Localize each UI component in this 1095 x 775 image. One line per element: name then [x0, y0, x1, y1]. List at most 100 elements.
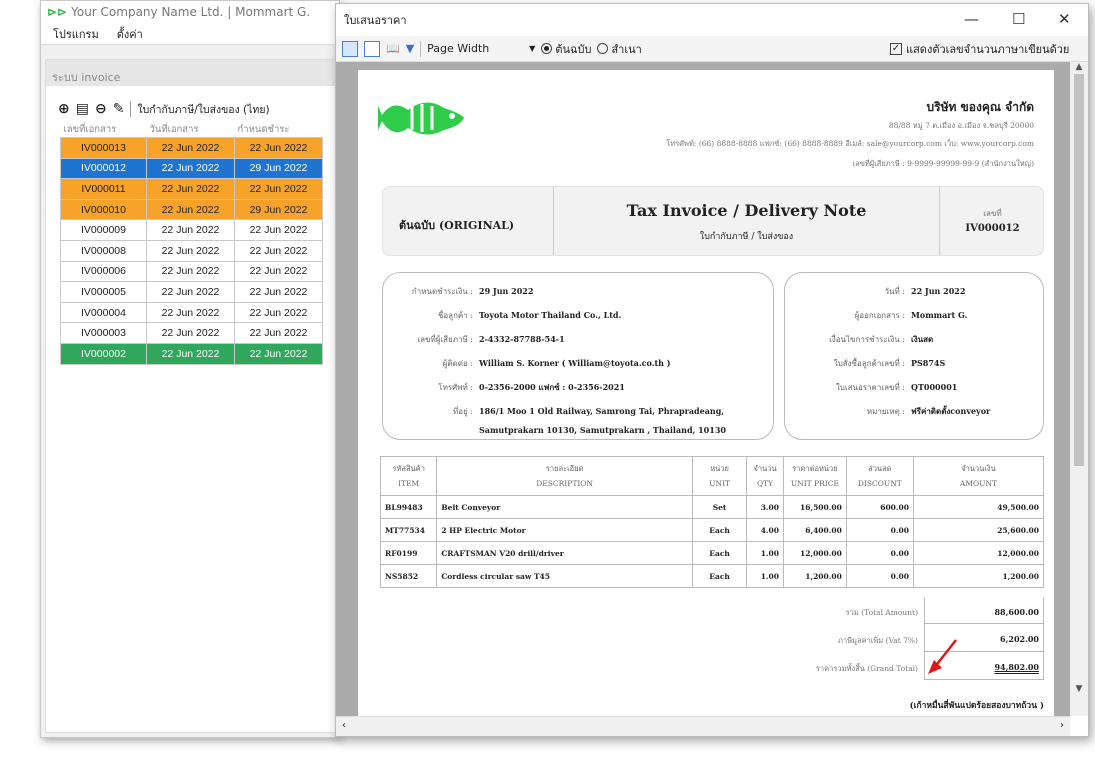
- scroll-left-icon[interactable]: ‹: [342, 720, 346, 731]
- cell-due-date[interactable]: 22 Jun 2022: [234, 301, 323, 324]
- maximize-button[interactable]: ☐: [1012, 10, 1025, 28]
- save-icon[interactable]: ▼: [406, 42, 414, 55]
- radio-original[interactable]: ต้นฉบับ: [541, 40, 591, 58]
- item-cell-unit: Each: [691, 564, 748, 588]
- item-cell-code: NS5852: [379, 564, 438, 588]
- cell-doc-no[interactable]: IV000005: [60, 281, 147, 303]
- document-subtitle: ใบกำกับภาษี / ใบส่งของ: [699, 232, 794, 242]
- cell-doc-date[interactable]: 22 Jun 2022: [146, 301, 235, 324]
- cell-due-date[interactable]: 22 Jun 2022: [234, 137, 323, 159]
- cell-doc-date[interactable]: 22 Jun 2022: [146, 260, 235, 283]
- item-cell-qty: 1.00: [746, 564, 784, 588]
- cell-doc-date[interactable]: 22 Jun 2022: [146, 219, 235, 241]
- cell-doc-date[interactable]: 22 Jun 2022: [146, 322, 235, 344]
- info-value: ฟรีค่าติดตั้งconveyor: [911, 406, 991, 416]
- toolbar-divider: [130, 101, 132, 117]
- company-address: 88/88 หมู่ 7 ต.เมือง อ.เมือง จ.ชลบุรี 20…: [888, 121, 1034, 130]
- info-row: กำหนดชำระเงิน : 29 Jun 2022: [393, 285, 534, 298]
- table-row[interactable]: IV000012 22 Jun 2022 29 Jun 2022: [60, 157, 323, 180]
- cell-doc-no[interactable]: IV000006: [60, 260, 147, 283]
- preview-canvas: บริษัท ของคุณ จำกัด 88/88 หมู่ 7 ต.เมือง…: [336, 62, 1070, 716]
- minus-circle-icon[interactable]: ⊖: [95, 101, 107, 117]
- item-row: NS5852 Cordless circular saw T45 Each 1.00 1…: [379, 564, 1045, 588]
- cell-doc-no[interactable]: IV000009: [60, 219, 147, 241]
- item-cell-price: 1,200.00: [782, 564, 847, 588]
- cell-due-date[interactable]: 22 Jun 2022: [234, 239, 323, 262]
- cell-doc-date[interactable]: 22 Jun 2022: [146, 137, 235, 159]
- show-text-checkbox[interactable]: ✓ แสดงตัวเลขจำนวนภาษาเขียนด้วย: [890, 40, 1069, 58]
- info-label: หมายเหตุ :: [866, 407, 905, 416]
- col-doc-no[interactable]: เลขที่เอกสาร: [61, 122, 147, 138]
- cell-doc-no[interactable]: IV000011: [60, 178, 147, 200]
- item-header-thai: รหัสสินค้า: [392, 464, 425, 473]
- document-header-band: ต้นฉบับ (ORIGINAL) Tax Invoice / Deliver…: [382, 186, 1044, 256]
- col-doc-date[interactable]: วันที่เอกสาร: [147, 122, 235, 138]
- table-row[interactable]: IV000004 22 Jun 2022 22 Jun 2022: [60, 301, 323, 324]
- amount-in-words: (เก้าหมื่นสี่พันแปดร้อยสองบาทถ้วน ): [909, 701, 1044, 711]
- cell-doc-no[interactable]: IV000008: [60, 239, 147, 262]
- table-row[interactable]: IV000002 22 Jun 2022 22 Jun 2022: [60, 342, 323, 365]
- cell-due-date[interactable]: 29 Jun 2022: [234, 157, 323, 180]
- cell-doc-no[interactable]: IV000010: [60, 198, 147, 221]
- table-row[interactable]: IV000013 22 Jun 2022 22 Jun 2022: [60, 137, 323, 159]
- cell-due-date[interactable]: 22 Jun 2022: [234, 178, 323, 200]
- pencil-icon[interactable]: ✎: [113, 101, 125, 117]
- document-icon[interactable]: ▤: [76, 101, 89, 117]
- cell-doc-no[interactable]: IV000012: [60, 157, 147, 180]
- radio-copy-dot[interactable]: [597, 43, 609, 54]
- item-header-english: ITEM: [398, 479, 420, 488]
- minimize-button[interactable]: —: [964, 10, 979, 28]
- book-icon[interactable]: 📖: [386, 42, 400, 55]
- menu-item-settings[interactable]: ตั้งค่า: [117, 25, 143, 43]
- cell-doc-date[interactable]: 22 Jun 2022: [146, 178, 235, 200]
- close-button[interactable]: ✕: [1058, 10, 1071, 28]
- cell-doc-no[interactable]: IV000002: [60, 342, 147, 365]
- table-row[interactable]: IV000011 22 Jun 2022 22 Jun 2022: [60, 178, 323, 200]
- cell-due-date[interactable]: 29 Jun 2022: [234, 198, 323, 221]
- cell-doc-no[interactable]: IV000003: [60, 322, 147, 344]
- cell-due-date[interactable]: 22 Jun 2022: [234, 322, 323, 344]
- radio-copy[interactable]: สำเนา: [597, 40, 642, 58]
- table-row[interactable]: IV000008 22 Jun 2022 22 Jun 2022: [60, 239, 323, 262]
- cell-doc-date[interactable]: 22 Jun 2022: [146, 239, 235, 262]
- info-label: ผู้ออกเอกสาร :: [854, 311, 905, 320]
- zoom-select[interactable]: Page Width: [427, 42, 523, 55]
- invoice-type-tab[interactable]: ใบกำกับภาษี/ใบส่งของ (ไทย): [137, 101, 269, 118]
- cell-doc-date[interactable]: 22 Jun 2022: [146, 198, 235, 221]
- print-icon[interactable]: [342, 40, 358, 57]
- checkbox-check-icon[interactable]: ✓: [890, 42, 902, 55]
- red-arrow-icon: [928, 639, 957, 674]
- item-cell-code: BL99483: [379, 495, 438, 519]
- scroll-down-icon[interactable]: ▼: [1070, 684, 1088, 694]
- page-icon[interactable]: [364, 40, 380, 57]
- cell-due-date[interactable]: 22 Jun 2022: [234, 260, 323, 283]
- chevron-down-icon[interactable]: ▼: [529, 44, 535, 53]
- cell-doc-no[interactable]: IV000013: [60, 137, 147, 159]
- item-header-english: UNIT: [709, 479, 730, 488]
- vertical-scrollbar[interactable]: ▲ ▼: [1070, 62, 1088, 716]
- preview-title-bar: ใบเสนอราคา — ☐ ✕: [336, 4, 1088, 36]
- scroll-right-icon[interactable]: ›: [1060, 720, 1064, 731]
- cell-doc-no[interactable]: IV000004: [60, 301, 147, 324]
- cell-due-date[interactable]: 22 Jun 2022: [234, 342, 323, 365]
- table-row[interactable]: IV000006 22 Jun 2022 22 Jun 2022: [60, 260, 323, 283]
- item-cell-desc: Cordless circular saw T45: [436, 564, 693, 588]
- cell-due-date[interactable]: 22 Jun 2022: [234, 281, 323, 303]
- plus-circle-icon[interactable]: ⊕: [58, 101, 70, 117]
- scroll-up-icon[interactable]: ▲: [1070, 62, 1088, 72]
- cell-due-date[interactable]: 22 Jun 2022: [234, 219, 323, 241]
- cell-doc-date[interactable]: 22 Jun 2022: [146, 281, 235, 303]
- table-row[interactable]: IV000005 22 Jun 2022 22 Jun 2022: [60, 281, 323, 303]
- radio-original-dot[interactable]: [541, 43, 553, 54]
- table-row[interactable]: IV000010 22 Jun 2022 29 Jun 2022: [60, 198, 323, 221]
- item-cell-price: 16,500.00: [782, 495, 847, 519]
- table-row[interactable]: IV000003 22 Jun 2022 22 Jun 2022: [60, 322, 323, 344]
- horizontal-scrollbar[interactable]: ‹ ›: [336, 716, 1070, 736]
- col-due-date[interactable]: กำหนดชำระ: [235, 122, 323, 138]
- scroll-thumb[interactable]: [1074, 74, 1084, 466]
- info-row: หมายเหตุ : ฟรีค่าติดตั้งconveyor: [795, 405, 990, 418]
- table-row[interactable]: IV000009 22 Jun 2022 22 Jun 2022: [60, 219, 323, 241]
- menu-item-program[interactable]: โปรแกรม: [53, 25, 99, 43]
- cell-doc-date[interactable]: 22 Jun 2022: [146, 157, 235, 180]
- cell-doc-date[interactable]: 22 Jun 2022: [146, 342, 235, 365]
